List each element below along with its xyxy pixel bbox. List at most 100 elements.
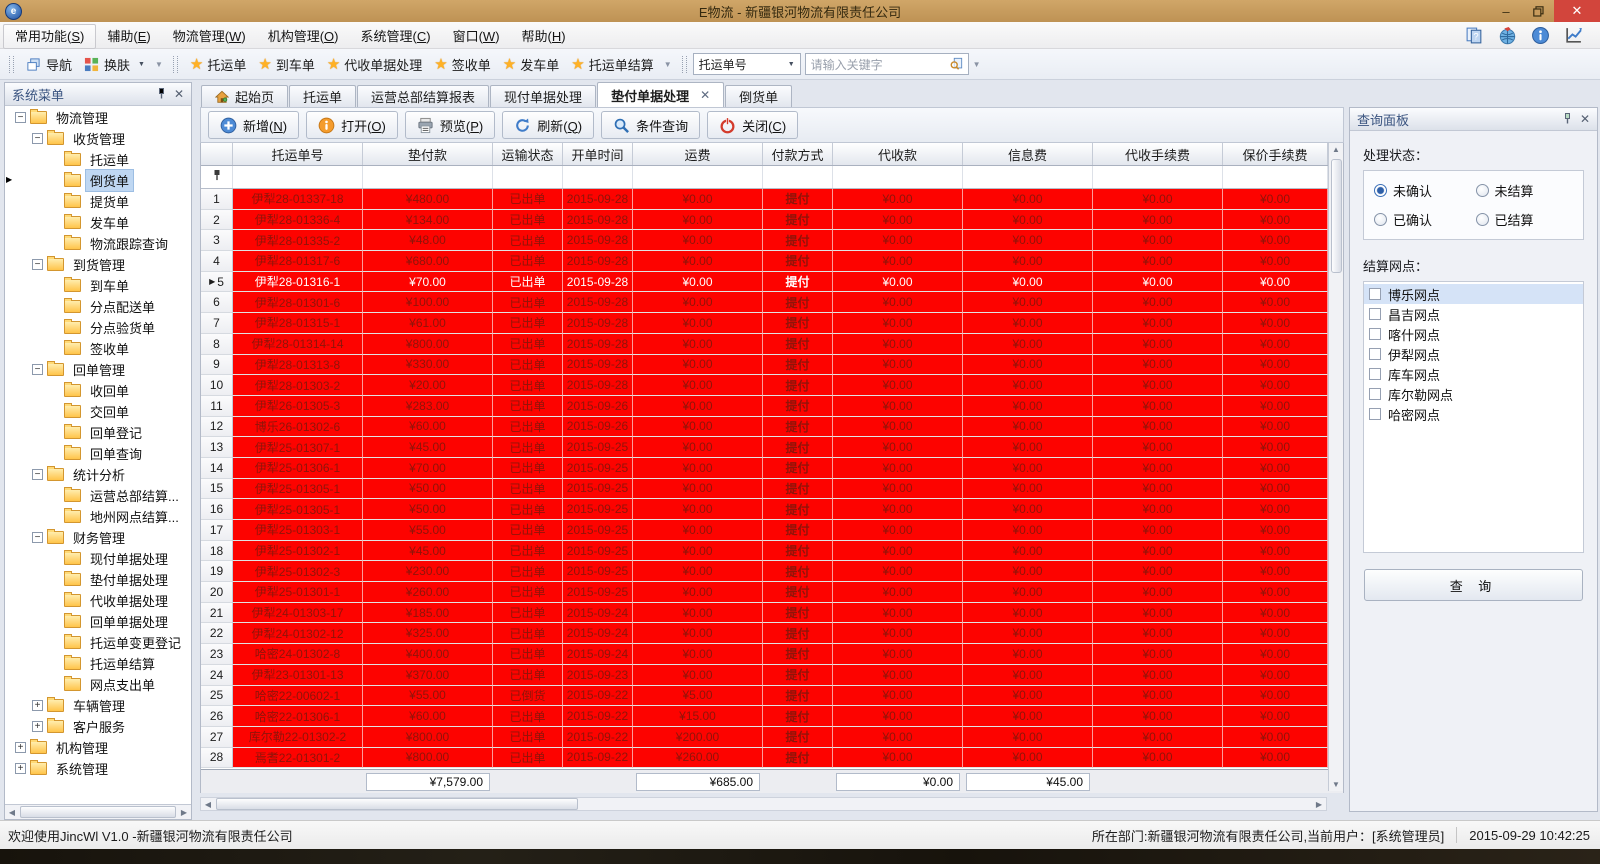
favorite-5[interactable]: ★发车单 [497,52,565,77]
column-header-代收款[interactable]: 代收款 [833,143,963,165]
radio-未结算[interactable]: 未结算 [1476,181,1574,200]
table-row[interactable]: 24伊犁23-01301-13¥370.00已出单2015-09-23¥0.00… [201,665,1343,686]
table-row[interactable]: 10伊犁28-01303-2¥20.00已出单2015-09-28¥0.00提付… [201,375,1343,396]
table-row[interactable]: 22伊犁24-01302-12¥325.00已出单2015-09-24¥0.00… [201,623,1343,644]
table-row[interactable]: 17伊犁25-01303-1¥55.00已出单2015-09-25¥0.00提付… [201,520,1343,541]
network-item-库尔勒网点[interactable]: 库尔勒网点 [1364,384,1583,404]
radio-未确认[interactable]: 未确认 [1374,181,1472,200]
checkbox-icon[interactable] [1369,348,1381,360]
table-row[interactable]: 1伊犁28-01337-18¥480.00已出单2015-09-28¥0.00提… [201,189,1343,210]
close-panel-icon[interactable]: ✕ [1580,112,1590,126]
collapse-icon[interactable]: − [32,133,43,144]
menu-item-3[interactable]: 物流管理(W) [162,25,257,48]
grid-horizontal-scrollbar[interactable]: ◀ ▶ [200,797,1327,811]
globe-icon[interactable] [1498,26,1517,45]
scroll-left-icon[interactable]: ◀ [5,808,19,817]
tree-item-倒货单[interactable]: 倒货单 [5,170,191,191]
tree-item-网点支出单[interactable]: 网点支出单 [5,674,191,695]
tree-item-回单单据处理[interactable]: 回单单据处理 [5,611,191,632]
checkbox-icon[interactable] [1369,388,1381,400]
tab-1[interactable]: 起始页 [201,85,288,107]
table-row[interactable]: 11伊犁26-01305-3¥283.00已出单2015-09-26¥0.00提… [201,396,1343,417]
search-overflow-button[interactable]: ▼ [969,58,985,71]
stats-icon[interactable] [1564,26,1583,45]
pin-icon[interactable] [157,87,166,102]
grid-filter-row[interactable] [201,166,1343,189]
expand-icon[interactable]: + [32,721,43,732]
network-item-博乐网点[interactable]: 博乐网点 [1364,284,1583,304]
tree-item-回单登记[interactable]: 回单登记 [5,422,191,443]
menu-item-2[interactable]: 辅助(E) [96,25,161,48]
table-row[interactable]: 7伊犁28-01315-1¥61.00已出单2015-09-28¥0.00提付¥… [201,313,1343,334]
tree-item-签收单[interactable]: 签收单 [5,338,191,359]
scroll-up-icon[interactable]: ▲ [1329,145,1343,154]
favorite-1[interactable]: ★托运单 [184,52,252,77]
network-item-库车网点[interactable]: 库车网点 [1364,364,1583,384]
table-row[interactable]: 4伊犁28-01317-6¥680.00已出单2015-09-28¥0.00提付… [201,251,1343,272]
tree-item-交回单[interactable]: 交回单 [5,401,191,422]
favorite-6[interactable]: ★托运单结算 [565,52,659,77]
filter-cell[interactable] [563,166,633,188]
tree-item-系统管理[interactable]: +系统管理 [5,758,191,779]
sidebar-horizontal-scrollbar[interactable]: ◀ ▶ [5,804,191,819]
tree-item-地州网点结算[interactable]: 地州网点结算... [5,506,191,527]
close-button[interactable]: ✕ [1554,0,1600,22]
filter-cell[interactable] [833,166,963,188]
tab-2[interactable]: 托运单 [289,85,356,107]
action-preview-button[interactable]: 预览(P) [405,111,495,139]
column-header-托运单号[interactable]: 托运单号 [233,143,363,165]
table-row[interactable]: ▶5伊犁28-01316-1¥70.00已出单2015-09-28¥0.00提付… [201,272,1343,293]
scroll-down-icon[interactable]: ▼ [1329,780,1343,789]
tree-item-机构管理[interactable]: +机构管理 [5,737,191,758]
network-item-昌吉网点[interactable]: 昌吉网点 [1364,304,1583,324]
tree-item-回单查询[interactable]: 回单查询 [5,443,191,464]
tree-item-托运单结算[interactable]: 托运单结算 [5,653,191,674]
tree-item-物流跟踪查询[interactable]: 物流跟踪查询 [5,233,191,254]
filter-cell[interactable] [233,166,363,188]
collapse-icon[interactable]: − [32,532,43,543]
expand-icon[interactable]: + [32,700,43,711]
filter-cell[interactable] [633,166,763,188]
scroll-left-icon[interactable]: ◀ [201,800,215,809]
menu-item-1[interactable]: 常用功能(S) [3,24,96,49]
scroll-thumb[interactable] [216,798,578,810]
table-row[interactable]: 13伊犁25-01307-1¥45.00已出单2015-09-25¥0.00提付… [201,437,1343,458]
menu-item-5[interactable]: 系统管理(C) [350,25,442,48]
filter-cell[interactable] [963,166,1093,188]
table-row[interactable]: 14伊犁25-01306-1¥70.00已出单2015-09-25¥0.00提付… [201,458,1343,479]
query-button[interactable]: 查 询 [1364,569,1583,601]
network-item-伊犁网点[interactable]: 伊犁网点 [1364,344,1583,364]
collapse-icon[interactable]: − [32,259,43,270]
tree-item-到货管理[interactable]: −到货管理 [5,254,191,275]
tree-item-车辆管理[interactable]: +车辆管理 [5,695,191,716]
checkbox-icon[interactable] [1369,288,1381,300]
tree-item-收回单[interactable]: 收回单 [5,380,191,401]
table-row[interactable]: 12博乐26-01302-6¥60.00已出单2015-09-26¥0.00提付… [201,417,1343,438]
tab-4[interactable]: 现付单据处理 [490,85,596,107]
filter-cell[interactable] [493,166,563,188]
menu-item-6[interactable]: 窗口(W) [442,25,511,48]
table-row[interactable]: 19伊犁25-01302-3¥230.00已出单2015-09-25¥0.00提… [201,561,1343,582]
column-header-代收手续费[interactable]: 代收手续费 [1093,143,1223,165]
tab-6[interactable]: 倒货单 [725,85,792,107]
tree-item-运营总部结算[interactable]: 运营总部结算... [5,485,191,506]
table-row[interactable]: 18伊犁25-01302-1¥45.00已出单2015-09-25¥0.00提付… [201,541,1343,562]
scroll-thumb[interactable] [1331,159,1342,273]
scroll-thumb[interactable] [20,806,176,818]
table-row[interactable]: 20伊犁25-01301-1¥260.00已出单2015-09-25¥0.00提… [201,582,1343,603]
keyword-search-input[interactable]: 请输入关键字 [805,53,969,75]
network-item-喀什网点[interactable]: 喀什网点 [1364,324,1583,344]
search-field-select[interactable]: 托运单号 ▼ [693,53,801,75]
tab-close-icon[interactable]: ✕ [700,88,710,102]
column-header-垫付款[interactable]: 垫付款 [363,143,493,165]
filter-cell[interactable] [1223,166,1328,188]
tree-item-托运单变更登记[interactable]: 托运单变更登记 [5,632,191,653]
toolbar-overflow-button[interactable]: ▼ [151,58,167,71]
minimize-button[interactable]: – [1490,0,1522,22]
collapse-icon[interactable]: − [15,112,26,123]
tree-item-发车单[interactable]: 发车单 [5,212,191,233]
filter-cell[interactable] [1093,166,1223,188]
filter-cell[interactable] [363,166,493,188]
network-item-哈密网点[interactable]: 哈密网点 [1364,404,1583,424]
action-open-button[interactable]: 打开(O) [306,111,398,139]
